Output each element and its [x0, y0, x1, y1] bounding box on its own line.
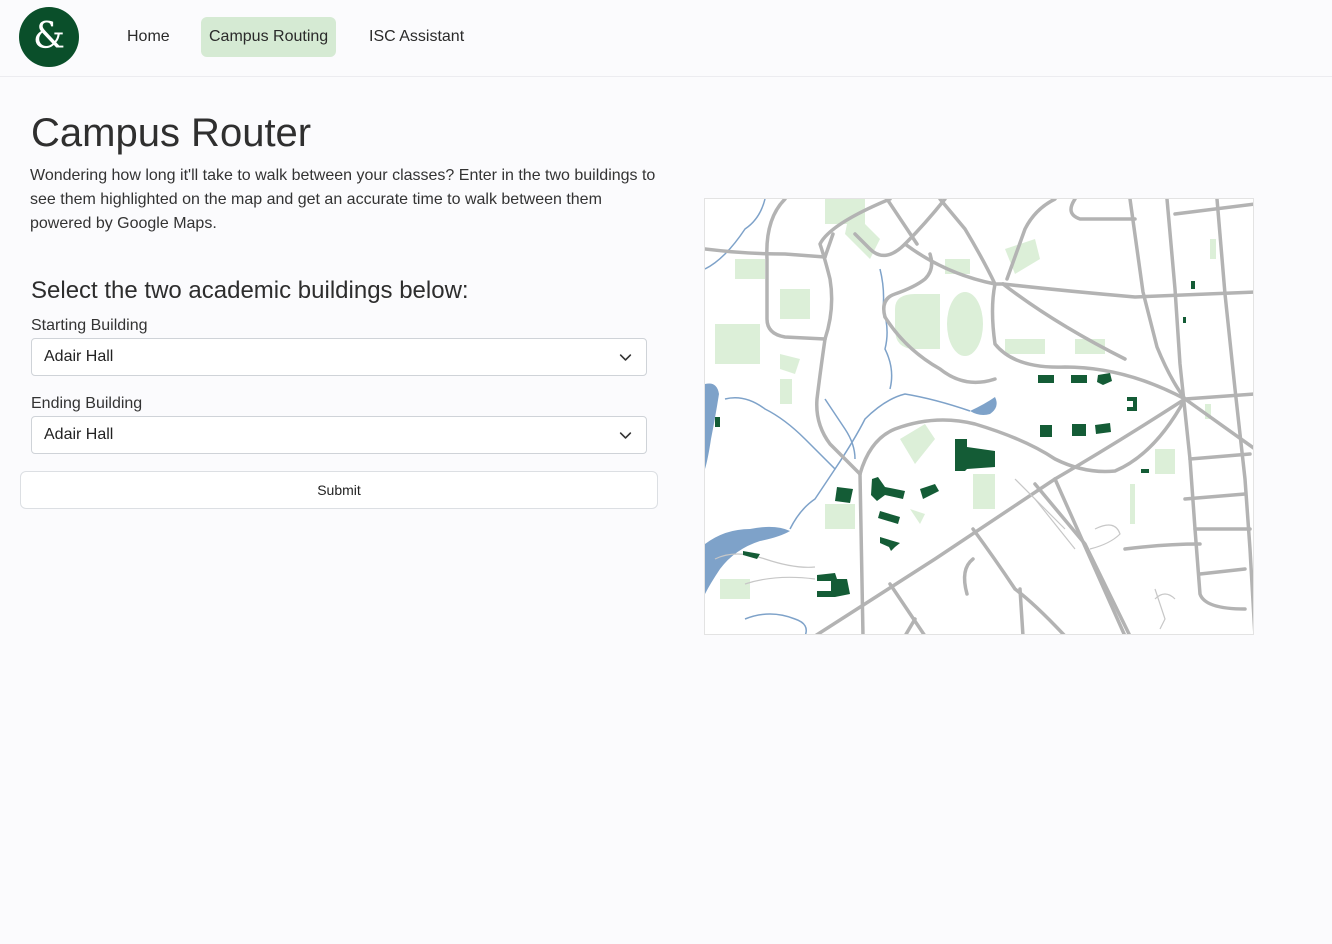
starting-building-label: Starting Building — [31, 317, 148, 334]
intro-text: Wondering how long it'll take to walk be… — [30, 167, 656, 232]
chevron-down-icon — [619, 432, 632, 439]
chevron-down-icon — [619, 354, 632, 361]
submit-button[interactable]: Submit — [20, 471, 658, 509]
nav-link-home[interactable]: Home — [119, 17, 178, 57]
section-heading: Select the two academic buildings below: — [31, 277, 469, 304]
ending-building-value: Adair Hall — [44, 426, 114, 443]
nav-link-isc-assistant[interactable]: ISC Assistant — [361, 17, 472, 57]
logo[interactable]: & — [19, 7, 79, 67]
ending-building-label: Ending Building — [31, 395, 143, 412]
navbar: & Home Campus Routing ISC Assistant — [0, 0, 1332, 77]
starting-building-select[interactable]: Adair Hall — [31, 338, 647, 376]
road-network — [705, 199, 1253, 634]
nav-link-campus-routing[interactable]: Campus Routing — [201, 17, 337, 57]
campus-map[interactable] — [704, 198, 1254, 635]
campus-map-svg — [705, 199, 1253, 634]
starting-building-value: Adair Hall — [44, 348, 114, 365]
page-title: Campus Router — [31, 111, 312, 155]
ending-building-select[interactable]: Adair Hall — [31, 416, 647, 454]
